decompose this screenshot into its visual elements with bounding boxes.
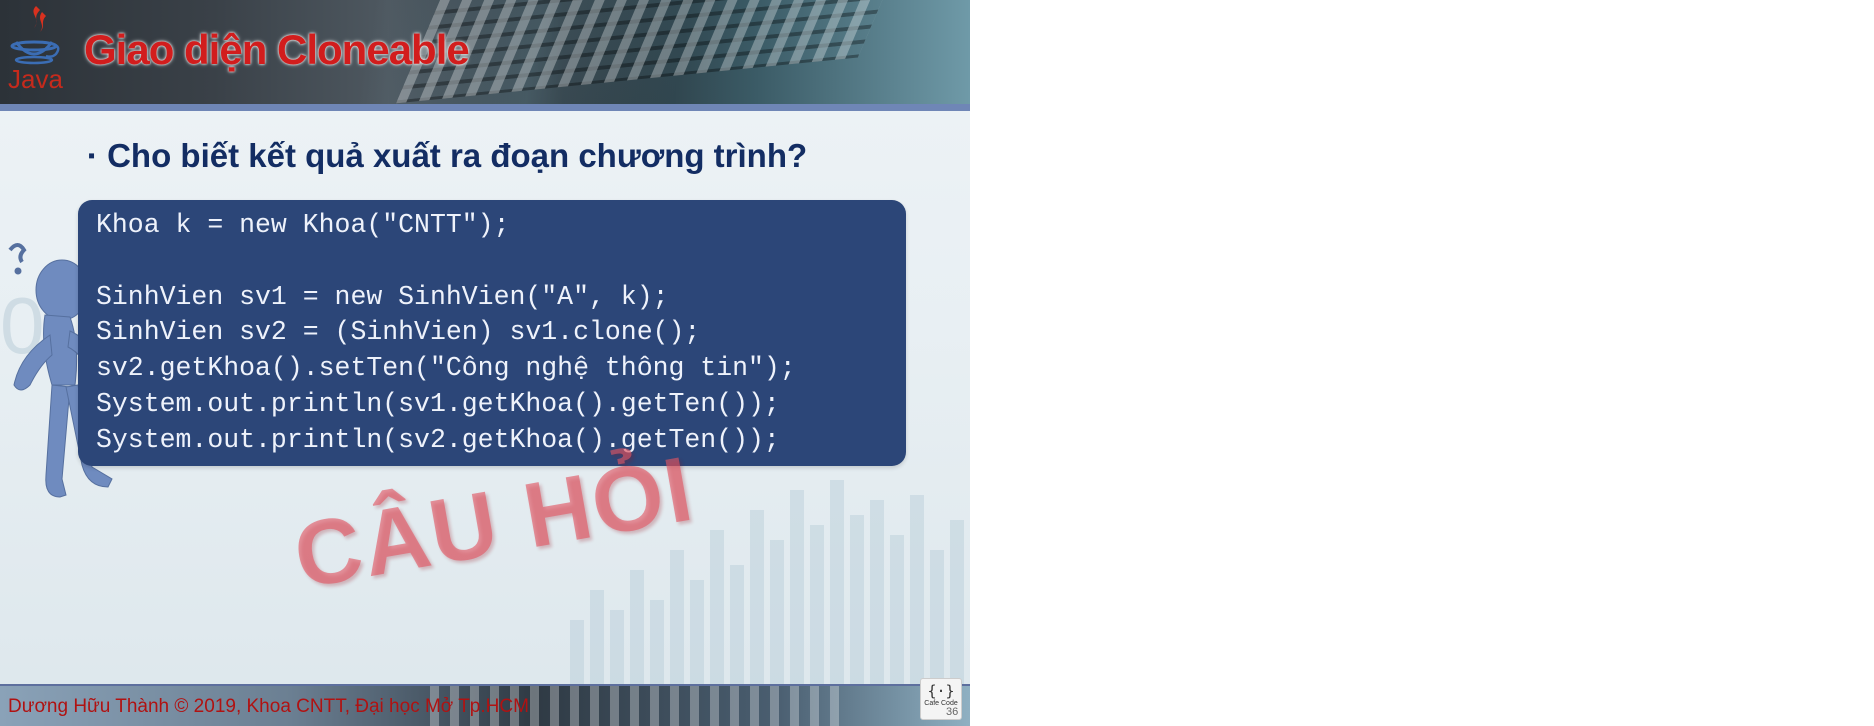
code-line-6: System.out.println(sv1.getKhoa().getTen(… (96, 388, 780, 419)
java-label: Java (8, 64, 63, 94)
bullet: ▪ (88, 145, 96, 167)
code-line-1: Khoa k = new Khoa("CNTT"); (96, 210, 510, 240)
question-text: ▪ Cho biết kết quả xuất ra đoạn chương tr… (88, 137, 807, 175)
code-text: Khoa k = new Khoa("CNTT"); SinhVien sv1 … (96, 208, 796, 459)
slide: 0 E F 6 Java Giao diện Cloneable (0, 0, 970, 726)
code-line-5: sv2.getKhoa().setTen("Công nghệ thông ti… (96, 353, 796, 384)
footer-credit: Dương Hữu Thành © 2019, Khoa CNTT, Đại h… (8, 696, 529, 717)
question-label: Cho biết kết quả xuất ra đoạn chương trì… (107, 137, 808, 174)
code-line-4: SinhVien sv2 = (SinhVien) sv1.clone(); (96, 317, 701, 348)
slide-title: Giao diện Cloneable (84, 26, 470, 73)
header-divider (0, 104, 970, 111)
code-line-3: SinhVien sv1 = new SinhVien("A", k); (96, 281, 669, 312)
page-number: 36 (946, 706, 959, 718)
cafe-logo-symbol: {·} (927, 682, 955, 700)
keyboard-photo (395, 0, 903, 104)
